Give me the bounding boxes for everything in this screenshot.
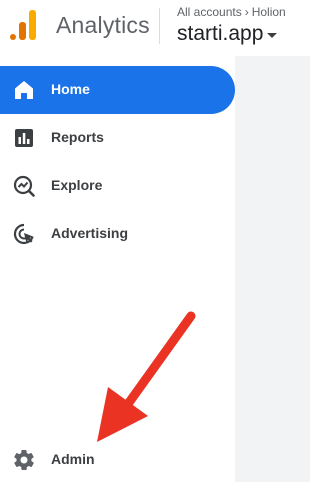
property-selector[interactable]: starti.app [177,22,278,46]
app-name: Analytics [56,12,150,38]
nav-item-reports[interactable]: Reports [0,114,235,162]
header-divider [159,8,160,44]
nav-item-home[interactable]: Home [0,66,235,114]
nav-item-explore[interactable]: Explore [0,162,235,210]
left-nav: Home Reports Explore Advertising Admin [0,56,235,482]
advertising-icon [13,223,34,245]
gear-icon [14,449,34,471]
home-icon [15,81,33,99]
nav-item-label: Advertising [51,225,129,241]
account-name[interactable]: Holion [252,5,286,19]
nav-item-admin[interactable]: Admin [0,436,235,484]
nav-item-advertising[interactable]: Advertising [0,210,235,258]
top-header: Analytics All accounts › Holion starti.app [0,0,310,56]
nav-item-label: Admin [51,451,95,467]
nav-item-label: Home [51,81,90,97]
nav-item-label: Explore [51,177,103,193]
chevron-right-icon: › [244,5,249,19]
analytics-logo-icon[interactable] [10,10,36,40]
all-accounts-link[interactable]: All accounts [177,5,242,19]
caret-down-icon[interactable] [267,33,278,38]
explore-icon [13,175,35,197]
account-breadcrumb[interactable]: All accounts › Holion [177,5,286,19]
reports-icon [15,129,33,147]
nav-item-label: Reports [51,129,104,145]
main-content-area [235,56,310,482]
property-name[interactable]: starti.app [177,22,263,46]
